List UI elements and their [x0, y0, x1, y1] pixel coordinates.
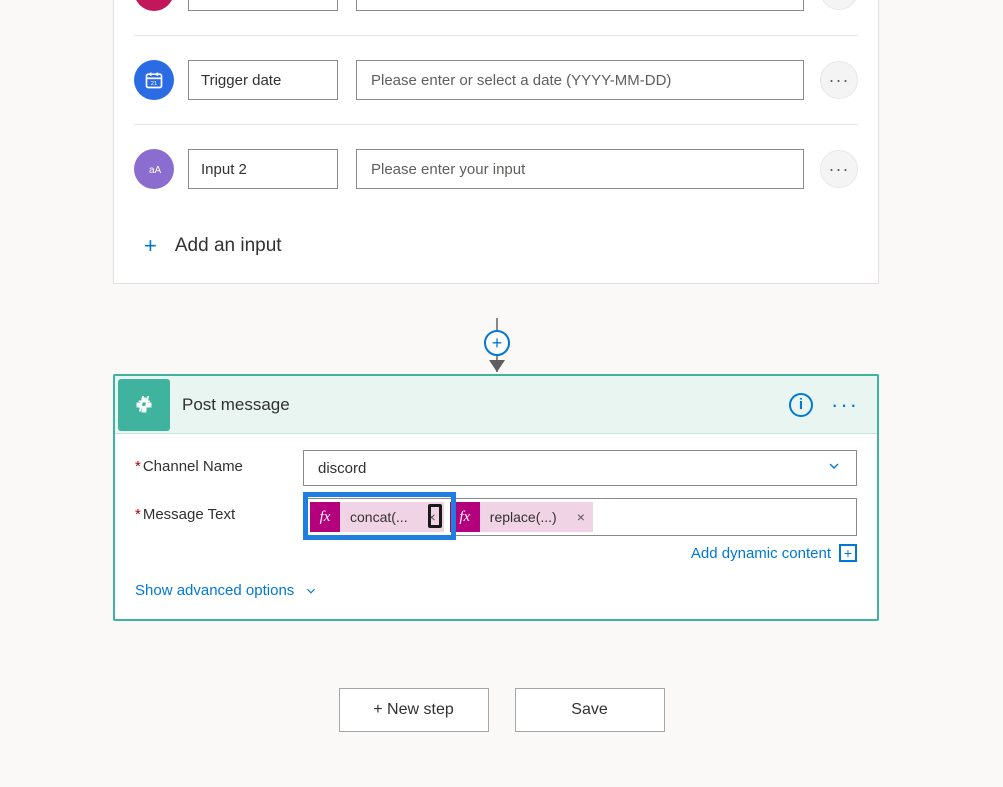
flow-arrow-icon	[489, 360, 505, 372]
param-name-input[interactable]: Input 2	[188, 149, 338, 189]
param-placeholder: Please enter your input	[371, 161, 525, 178]
svg-text:aA: aA	[149, 165, 162, 176]
param-name-value: Trigger date	[201, 72, 281, 89]
insert-step-button[interactable]: +	[484, 330, 510, 356]
add-input-button[interactable]: + Add an input	[114, 213, 878, 283]
trigger-param-row: aA Input 2 Please enter your input ···	[134, 124, 858, 213]
svg-text:21: 21	[151, 81, 157, 87]
svg-text:#: #	[138, 391, 151, 416]
action-more-button[interactable]: ···	[831, 392, 859, 418]
token-label: concat(...	[346, 509, 414, 525]
action-body: *Channel Name discord *Message Text fx c…	[115, 434, 877, 619]
param-more-button[interactable]: ···	[820, 150, 858, 188]
show-advanced-label: Show advanced options	[135, 582, 294, 599]
text-icon: aA	[134, 149, 174, 189]
channel-name-select[interactable]: discord	[303, 450, 857, 486]
expression-token-concat[interactable]: fx concat(... ×	[310, 502, 444, 532]
token-remove-button[interactable]: ×	[420, 509, 444, 525]
param-value-input[interactable]: Please enter your input	[356, 149, 804, 189]
show-advanced-options-button[interactable]: Show advanced options	[135, 582, 857, 599]
action-header[interactable]: # Post message i ···	[115, 376, 877, 434]
add-input-label: Add an input	[175, 235, 282, 257]
message-text-label: *Message Text	[135, 498, 303, 523]
expression-token-replace[interactable]: fx replace(...) ×	[450, 502, 593, 532]
param-name-input[interactable]	[188, 0, 338, 11]
param-value-input[interactable]: Please enter or select a date (YYYY-MM-D…	[356, 60, 804, 100]
chevron-down-icon	[826, 458, 842, 479]
calendar-icon: 21	[134, 60, 174, 100]
message-text-input[interactable]: fx concat(... × fx replace(...) ×	[303, 498, 857, 536]
footer-buttons: + New step Save	[0, 688, 1003, 732]
channel-name-row: *Channel Name discord	[135, 450, 857, 486]
chevron-down-icon	[304, 584, 318, 598]
new-step-button[interactable]: + New step	[339, 688, 489, 732]
plus-box-icon: +	[839, 544, 857, 562]
action-title: Post message	[182, 395, 789, 415]
fx-icon: fx	[450, 502, 480, 532]
action-card: # Post message i ··· *Channel Name disco…	[113, 374, 879, 621]
message-text-row: *Message Text fx concat(... × fx replace…	[135, 498, 857, 536]
param-placeholder: Please enter or select a date (YYYY-MM-D…	[371, 72, 671, 89]
channel-name-value: discord	[318, 460, 366, 477]
info-icon[interactable]: i	[789, 393, 813, 417]
token-remove-button[interactable]: ×	[569, 509, 593, 525]
channel-name-label: *Channel Name	[135, 450, 303, 475]
save-button[interactable]: Save	[515, 688, 665, 732]
param-value-input[interactable]	[356, 0, 804, 11]
token-label: replace(...)	[486, 509, 563, 525]
trigger-card: ··· 21 Trigger date Please enter or sele…	[113, 0, 879, 284]
trigger-param-row: 21 Trigger date Please enter or select a…	[134, 35, 858, 124]
add-dynamic-content-button[interactable]: Add dynamic content +	[691, 544, 857, 562]
param-more-button[interactable]: ···	[820, 61, 858, 99]
param-name-input[interactable]: Trigger date	[188, 60, 338, 100]
dynamic-content-label: Add dynamic content	[691, 545, 831, 562]
fx-icon: fx	[310, 502, 340, 532]
trigger-param-row: ···	[134, 0, 858, 35]
plus-icon: +	[144, 233, 157, 259]
param-more-button[interactable]: ···	[820, 0, 858, 10]
slack-icon: #	[118, 379, 170, 431]
param-name-value: Input 2	[201, 161, 247, 178]
param-icon	[134, 0, 174, 11]
